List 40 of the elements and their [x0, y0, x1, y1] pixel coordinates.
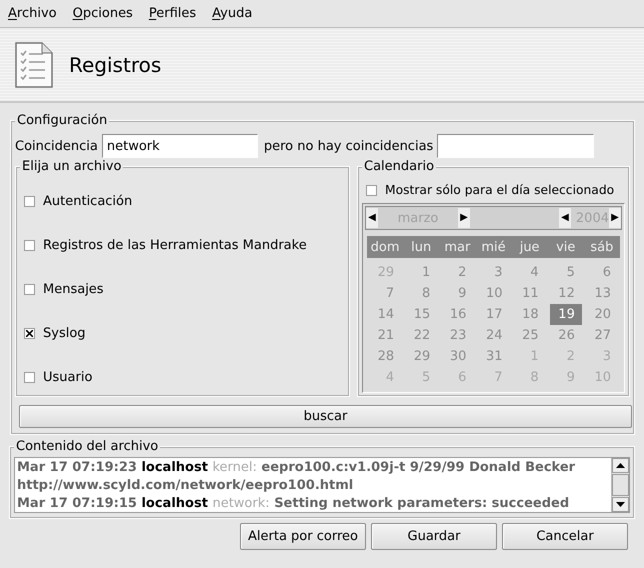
match-label: Coincidencia: [15, 138, 98, 154]
no-match-label: pero no hay coincidencias: [264, 138, 434, 154]
weekday-label: mié: [480, 240, 507, 254]
weekday-label: lun: [410, 240, 432, 254]
match-field[interactable]: network: [102, 134, 258, 158]
document-checklist-icon: [15, 42, 53, 88]
menu-item[interactable]: Opciones: [72, 6, 133, 21]
menu-item[interactable]: Ayuda: [212, 6, 252, 21]
checkbox[interactable]: [24, 284, 35, 294]
weekday-label: mar: [443, 240, 472, 254]
scroll-up-icon[interactable]: [616, 463, 625, 468]
no-match-field[interactable]: [437, 134, 594, 158]
weekday-label: jue: [518, 240, 541, 254]
checkbox[interactable]: [24, 196, 35, 206]
menu-item[interactable]: Archivo: [8, 6, 57, 21]
log-line: http://www.scyld.com/network/eepro100.html: [17, 477, 354, 495]
checkbox-label: Syslog: [43, 326, 86, 340]
checkbox[interactable]: [24, 240, 35, 250]
weekday-label: vie: [555, 240, 576, 254]
checkbox-label: Mensajes: [43, 282, 104, 296]
cancel-button[interactable]: Cancelar: [502, 523, 628, 550]
checkbox-label: Autenticación: [43, 194, 132, 208]
weekday-label: dom: [370, 240, 400, 254]
scroll-down-icon[interactable]: [616, 502, 625, 507]
checkbox-label: Mostrar sólo para el día seleccionado: [385, 183, 614, 197]
log-line: Mar 17 07:19:23 localhost kernel: eepro100.c:v1.09j-t 9/29/99 Donald Becker: [17, 459, 576, 477]
weekday-label: sáb: [589, 240, 614, 254]
save-button[interactable]: Guardar: [371, 523, 497, 550]
email-alert-button[interactable]: Alerta por correo: [240, 523, 366, 550]
checkbox[interactable]: [24, 372, 35, 382]
scrollbar[interactable]: [611, 458, 629, 512]
checkbox-label: Registros de las Herramientas Mandrake: [43, 238, 307, 252]
log-line: Mar 17 07:19:15 localhost network: Setting network parameters: succeeded: [17, 495, 570, 512]
search-button[interactable]: buscar: [19, 405, 632, 428]
group-title: Configuración: [15, 113, 110, 128]
group-title: Elija un archivo: [20, 159, 124, 174]
menu-item[interactable]: Perfiles: [148, 6, 196, 21]
page-title: Registros: [69, 52, 162, 76]
checkbox[interactable]: [24, 328, 35, 338]
checkbox-label: Usuario: [43, 370, 92, 384]
